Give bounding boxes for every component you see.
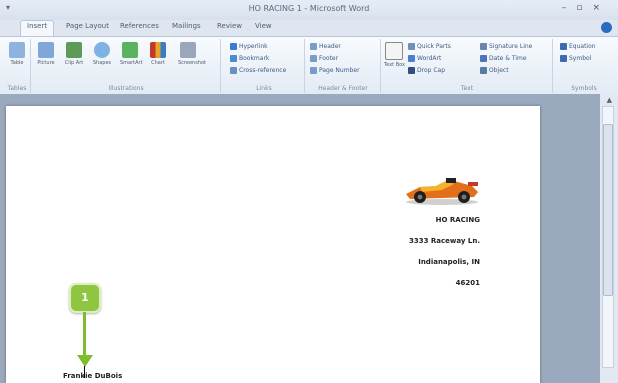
group-links: Hyperlink Bookmark Cross-reference Links xyxy=(224,39,305,93)
object-icon xyxy=(480,67,487,74)
equation-button[interactable]: Equation xyxy=(560,43,596,50)
date-time-button[interactable]: Date & Time xyxy=(480,55,527,62)
footer-icon xyxy=(310,55,317,62)
quick-parts-button[interactable]: Quick Parts xyxy=(408,43,451,50)
bookmark-button[interactable]: Bookmark xyxy=(230,55,269,62)
clip-art-icon xyxy=(66,42,82,58)
header-button[interactable]: Header xyxy=(310,43,341,50)
step-callout-badge: 1 xyxy=(69,283,101,313)
signature-line-icon xyxy=(480,43,487,50)
smartart-icon xyxy=(122,42,138,58)
bookmark-icon xyxy=(230,55,237,62)
quick-parts-icon xyxy=(408,43,415,50)
shapes-icon xyxy=(94,42,110,58)
header-icon xyxy=(310,43,317,50)
table-button[interactable]: Table xyxy=(7,42,27,66)
recipient-name[interactable]: Frankie DuBois xyxy=(63,372,122,380)
tab-view[interactable]: View xyxy=(255,22,272,30)
ribbon-tabs: Insert Page Layout References Mailings R… xyxy=(0,20,618,37)
smartart-button[interactable]: SmartArt xyxy=(120,42,143,66)
signature-line-button[interactable]: Signature Line xyxy=(480,43,532,50)
cross-reference-button[interactable]: Cross-reference xyxy=(230,67,286,74)
date-time-icon xyxy=(480,55,487,62)
wordart-button[interactable]: WordArt xyxy=(408,55,441,62)
callout-arrow-line xyxy=(83,312,86,358)
tab-mailings[interactable]: Mailings xyxy=(172,22,201,30)
text-box-icon xyxy=(385,42,403,60)
address-line-1[interactable]: HO RACING xyxy=(436,216,480,224)
drop-cap-icon xyxy=(408,67,415,74)
tab-insert[interactable]: Insert xyxy=(20,20,55,37)
object-button[interactable]: Object xyxy=(480,67,509,74)
window-controls[interactable]: –▫× xyxy=(562,3,610,13)
group-header-footer: Header Footer Page Number Header & Foote… xyxy=(306,39,381,93)
group-text: Text Box Quick Parts WordArt Drop Cap Si… xyxy=(382,39,553,93)
cross-reference-icon xyxy=(230,67,237,74)
drop-cap-button[interactable]: Drop Cap xyxy=(408,67,445,74)
text-box-button[interactable]: Text Box xyxy=(384,42,405,68)
hyperlink-icon xyxy=(230,43,237,50)
ribbon: Table Tables Picture Clip Art Shapes Sma… xyxy=(0,36,618,96)
screenshot-icon xyxy=(180,42,196,58)
picture-icon xyxy=(38,42,54,58)
text-cursor xyxy=(84,366,85,378)
wordart-icon xyxy=(408,55,415,62)
tab-page-layout[interactable]: Page Layout xyxy=(66,22,109,30)
page-number-icon xyxy=(310,67,317,74)
equation-icon xyxy=(560,43,567,50)
symbol-icon xyxy=(560,55,567,62)
hyperlink-button[interactable]: Hyperlink xyxy=(230,43,268,50)
word-window: ▾ HO RACING 1 - Microsoft Word –▫× Inser… xyxy=(0,0,618,383)
address-line-2[interactable]: 3333 Raceway Ln. xyxy=(409,237,480,245)
group-symbols: Equation Symbol Symbols xyxy=(556,39,612,93)
document-page[interactable]: HO RACING 3333 Raceway Ln. Indianapolis,… xyxy=(6,106,540,383)
scroll-up-icon[interactable]: ▲ xyxy=(607,96,612,104)
chart-icon xyxy=(150,42,166,58)
address-line-3[interactable]: Indianapolis, IN xyxy=(418,258,480,266)
tab-review[interactable]: Review xyxy=(217,22,242,30)
screenshot-button[interactable]: Screenshot xyxy=(178,42,206,66)
group-tables: Table Tables xyxy=(4,39,31,93)
table-icon xyxy=(9,42,25,58)
vertical-scrollbar[interactable]: ▲ xyxy=(600,94,618,383)
window-title: HO RACING 1 - Microsoft Word xyxy=(248,4,370,13)
shapes-button[interactable]: Shapes xyxy=(92,42,112,66)
scroll-thumb[interactable] xyxy=(603,124,613,296)
address-line-4[interactable]: 46201 xyxy=(456,279,480,287)
title-bar: ▾ HO RACING 1 - Microsoft Word –▫× xyxy=(0,0,618,20)
clip-art-button[interactable]: Clip Art xyxy=(64,42,84,66)
tab-references[interactable]: References xyxy=(120,22,159,30)
symbol-button[interactable]: Symbol xyxy=(560,55,591,62)
picture-button[interactable]: Picture xyxy=(36,42,56,66)
help-icon[interactable] xyxy=(601,22,612,33)
chart-button[interactable]: Chart xyxy=(148,42,168,66)
race-car-picture[interactable] xyxy=(402,172,482,206)
page-number-button[interactable]: Page Number xyxy=(310,67,360,74)
callout-arrowhead-icon xyxy=(77,355,93,367)
footer-button[interactable]: Footer xyxy=(310,55,338,62)
group-illustrations: Picture Clip Art Shapes SmartArt Chart S… xyxy=(32,39,221,93)
